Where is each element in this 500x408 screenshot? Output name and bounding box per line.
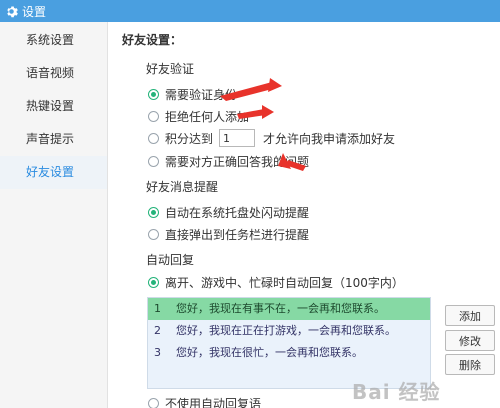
watermark-logo: Bai 经验 bbox=[352, 380, 441, 404]
arrow-icon bbox=[268, 78, 282, 92]
arrow-icon bbox=[237, 109, 266, 119]
arrow-icon bbox=[220, 82, 276, 101]
annotation-arrows bbox=[220, 78, 306, 171]
arrow-icon bbox=[262, 105, 274, 119]
